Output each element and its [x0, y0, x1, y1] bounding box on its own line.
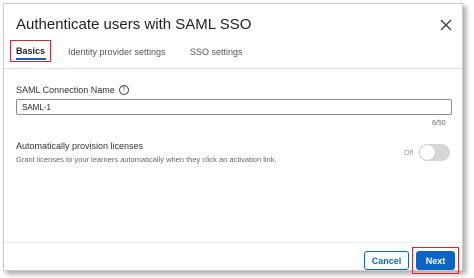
tab-identity-provider-settings[interactable]: Identity provider settings: [68, 47, 166, 57]
toggle-state-label: Off: [404, 150, 414, 157]
tab-basics[interactable]: Basics: [10, 40, 51, 62]
cancel-button[interactable]: Cancel: [364, 251, 409, 270]
character-counter: 6/50: [432, 120, 446, 127]
help-icon[interactable]: ?: [118, 85, 129, 95]
footer-divider: [4, 242, 462, 243]
tab-basics-label: Basics: [15, 46, 46, 56]
close-icon[interactable]: [439, 18, 453, 32]
tab-divider: [4, 68, 462, 69]
next-button[interactable]: Next: [416, 251, 455, 270]
dialog-title: Authenticate users with SAML SSO: [16, 16, 252, 33]
tab-sso-settings[interactable]: SSO settings: [190, 47, 243, 57]
active-tab-indicator: [16, 58, 46, 60]
connection-name-input[interactable]: [16, 99, 452, 115]
provision-licenses-description: Grant licenses to your learners automati…: [16, 155, 277, 164]
toggle-knob: [420, 145, 435, 160]
connection-name-label: SAML Connection Name: [16, 85, 115, 95]
provision-licenses-toggle[interactable]: [419, 144, 450, 161]
saml-sso-dialog: Authenticate users with SAML SSO Basics …: [3, 3, 463, 274]
provision-licenses-title: Automatically provision licenses: [16, 141, 144, 151]
connection-name-label-row: SAML Connection Name ?: [16, 85, 129, 95]
